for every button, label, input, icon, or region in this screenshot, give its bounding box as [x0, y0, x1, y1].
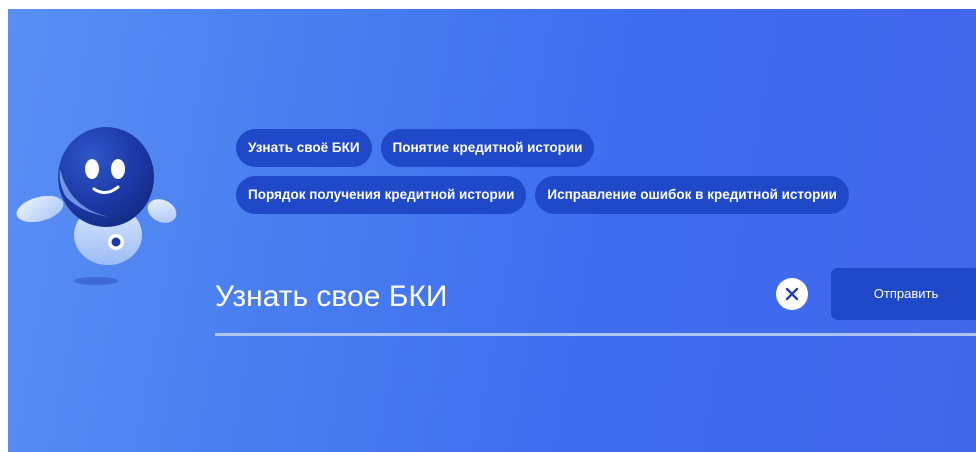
suggestion-row: Порядок получения кредитной истории Испр…: [236, 176, 849, 214]
robot-assistant-icon: [16, 127, 177, 285]
suggestion-chips: Узнать своё БКИ Понятие кредитной истори…: [236, 129, 849, 223]
suggestion-chip[interactable]: Исправление ошибок в кредитной истории: [535, 176, 849, 214]
chat-panel: Узнать своё БКИ Понятие кредитной истори…: [8, 9, 976, 452]
clear-input-button[interactable]: [776, 278, 808, 310]
close-icon: [785, 287, 799, 301]
input-underline: [215, 333, 976, 336]
message-input[interactable]: Узнать свое БКИ: [215, 274, 755, 320]
send-button[interactable]: Отправить: [831, 268, 976, 320]
suggestion-chip[interactable]: Понятие кредитной истории: [380, 129, 595, 167]
suggestion-chip[interactable]: Узнать своё БКИ: [236, 129, 372, 167]
suggestion-row: Узнать своё БКИ Понятие кредитной истори…: [236, 129, 849, 167]
suggestion-chip[interactable]: Порядок получения кредитной истории: [236, 176, 527, 214]
